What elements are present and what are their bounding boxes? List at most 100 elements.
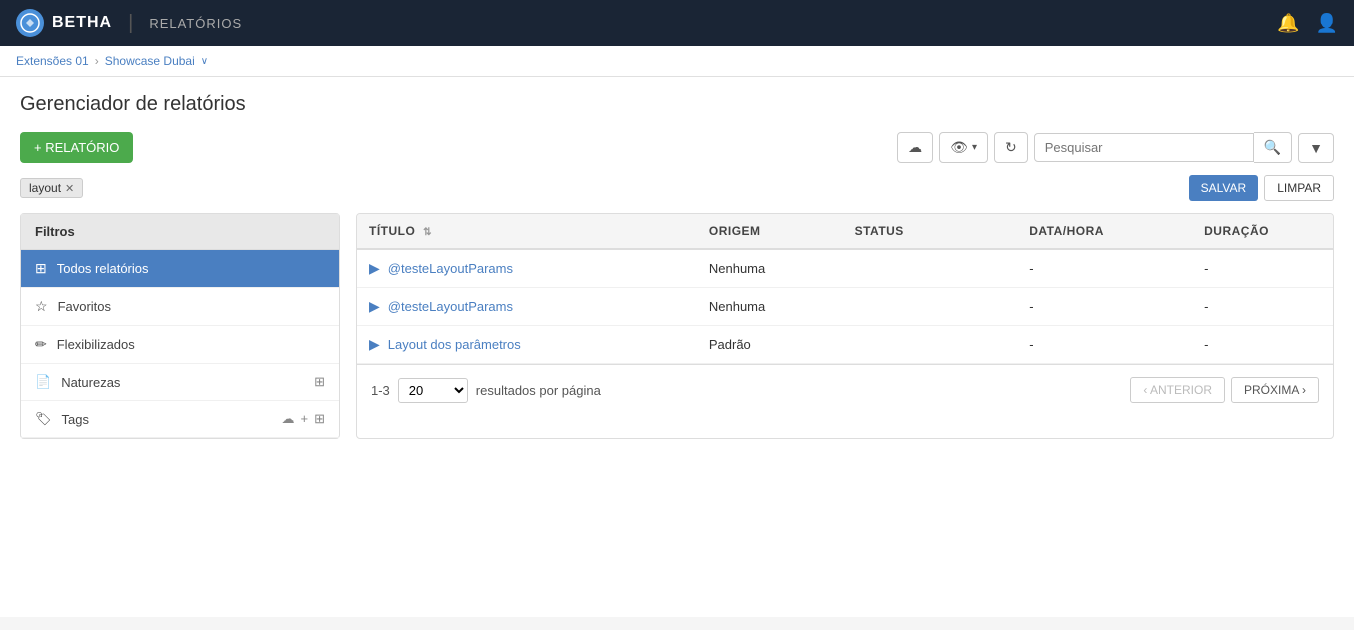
upload-icon: ☁ [908, 139, 922, 156]
pagination: 1-3 20 50 100 resultados por página ‹ AN… [357, 364, 1333, 415]
results-text: resultados por página [476, 383, 601, 398]
filter-tag-layout: layout ✕ [20, 178, 83, 198]
refresh-icon: ↻ [1005, 139, 1017, 156]
pagination-right: ‹ ANTERIOR PRÓXIMA › [1130, 377, 1319, 403]
play-icon[interactable]: ▶ [369, 260, 380, 277]
clear-filter-button[interactable]: LIMPAR [1264, 175, 1334, 201]
table-row: ▶ @testeLayoutParams Nenhuma - - [357, 249, 1333, 288]
save-filter-button[interactable]: SALVAR [1189, 175, 1259, 201]
logo-text: BETHA [52, 14, 112, 32]
report-link[interactable]: @testeLayoutParams [388, 299, 513, 314]
breadcrumb-dropdown-icon[interactable]: ∨ [201, 56, 208, 67]
naturezas-expand-icon[interactable]: ⊞ [314, 374, 325, 390]
play-icon[interactable]: ▶ [369, 336, 380, 353]
upload-button[interactable]: ☁ [897, 132, 933, 163]
sidebar-item-favoritos[interactable]: ☆ Favoritos [21, 288, 339, 326]
sort-icon-titulo[interactable]: ⇅ [423, 227, 432, 238]
sidebar-item-todos[interactable]: ⊞ Todos relatórios [21, 250, 339, 288]
reports-table: TÍTULO ⇅ ORIGEM STATUS DATA/HORA DURAÇÃO… [357, 214, 1333, 364]
tags-expand-icon[interactable]: ⊞ [314, 411, 325, 427]
col-header-status: STATUS [843, 214, 1018, 249]
cell-origem: Padrão [697, 326, 843, 364]
cell-titulo: ▶ @testeLayoutParams [357, 249, 697, 288]
sidebar-flexibilizados-label: Flexibilizados [57, 337, 135, 352]
naturezas-actions: ⊞ [314, 374, 325, 390]
nav-right: 🔔 👤 [1277, 13, 1338, 34]
table-container: TÍTULO ⇅ ORIGEM STATUS DATA/HORA DURAÇÃO… [356, 213, 1334, 439]
search-icon: 🔍 [1264, 139, 1281, 155]
cell-origem: Nenhuma [697, 249, 843, 288]
filter-tags-bar: layout ✕ SALVAR LIMPAR [20, 175, 1334, 201]
breadcrumb-item-extensoes[interactable]: Extensões 01 [16, 54, 89, 68]
cell-duracao: - [1192, 249, 1309, 288]
toolbar-right: ☁ 👁 ▾ ↻ 🔍 ▼ [897, 132, 1334, 163]
logo: BETHA [16, 9, 112, 37]
tags-upload-icon[interactable]: ☁ [282, 411, 295, 427]
per-page-select[interactable]: 20 50 100 [398, 378, 468, 403]
sidebar-tags-label: Tags [62, 412, 89, 427]
filter-tag-label: layout [29, 181, 61, 195]
play-icon[interactable]: ▶ [369, 298, 380, 315]
cell-duracao: - [1192, 288, 1309, 326]
col-header-action [1309, 214, 1333, 249]
search-input[interactable] [1034, 133, 1254, 162]
refresh-button[interactable]: ↻ [994, 132, 1028, 163]
pagination-range: 1-3 [371, 383, 390, 398]
nav-title: RELATÓRIOS [149, 16, 242, 31]
col-header-duracao: DURAÇÃO [1192, 214, 1309, 249]
sidebar-favoritos-label: Favoritos [58, 299, 111, 314]
cell-titulo: ▶ @testeLayoutParams [357, 288, 697, 326]
toolbar: + RELATÓRIO ☁ 👁 ▾ ↻ 🔍 ▼ [20, 132, 1334, 163]
col-header-origem: ORIGEM [697, 214, 843, 249]
main-content: Gerenciador de relatórios + RELATÓRIO ☁ … [0, 77, 1354, 617]
cell-origem: Nenhuma [697, 288, 843, 326]
sidebar-item-flexibilizados[interactable]: ✏ Flexibilizados [21, 326, 339, 364]
col-header-data: DATA/HORA [1017, 214, 1192, 249]
tags-add-icon[interactable]: + [301, 411, 309, 427]
filter-actions: SALVAR LIMPAR [1189, 175, 1334, 201]
report-link[interactable]: Layout dos parâmetros [388, 337, 521, 352]
page-title: Gerenciador de relatórios [20, 93, 1334, 116]
nav-left: BETHA | RELATÓRIOS [16, 9, 242, 37]
cell-action [1309, 288, 1333, 326]
tags-left: 🏷 Tags [35, 411, 89, 427]
cell-action [1309, 249, 1333, 288]
logo-icon [16, 9, 44, 37]
breadcrumb-chevron-1: › [95, 54, 99, 68]
cell-data-hora: - [1017, 326, 1192, 364]
top-nav: BETHA | RELATÓRIOS 🔔 👤 [0, 0, 1354, 46]
col-header-titulo: TÍTULO ⇅ [357, 214, 697, 249]
nav-divider: | [128, 12, 133, 35]
search-wrapper: 🔍 [1034, 132, 1292, 163]
user-icon[interactable]: 👤 [1316, 13, 1338, 34]
search-button[interactable]: 🔍 [1254, 132, 1292, 163]
favoritos-icon: ☆ [35, 298, 48, 315]
visibility-button[interactable]: 👁 ▾ [939, 132, 988, 163]
table-header-row: TÍTULO ⇅ ORIGEM STATUS DATA/HORA DURAÇÃO [357, 214, 1333, 249]
sidebar-item-naturezas[interactable]: 📄 Naturezas ⊞ [21, 364, 339, 401]
cell-data-hora: - [1017, 288, 1192, 326]
cell-status [843, 326, 1018, 364]
breadcrumb-item-showcase[interactable]: Showcase Dubai [105, 54, 195, 68]
sidebar-naturezas-label: Naturezas [61, 375, 120, 390]
report-link[interactable]: @testeLayoutParams [388, 261, 513, 276]
pagination-left: 1-3 20 50 100 resultados por página [371, 378, 601, 403]
breadcrumb: Extensões 01 › Showcase Dubai ∨ [0, 46, 1354, 77]
filter-tag-close[interactable]: ✕ [65, 182, 74, 195]
flexibilizados-icon: ✏ [35, 336, 47, 353]
prev-page-button[interactable]: ‹ ANTERIOR [1130, 377, 1225, 403]
filter-icon: ▼ [1309, 140, 1323, 156]
cell-status [843, 288, 1018, 326]
todos-icon: ⊞ [35, 260, 47, 277]
sidebar-item-tags[interactable]: 🏷 Tags ☁ + ⊞ [21, 401, 339, 438]
next-page-button[interactable]: PRÓXIMA › [1231, 377, 1319, 403]
add-report-button[interactable]: + RELATÓRIO [20, 132, 133, 163]
tags-actions: ☁ + ⊞ [282, 411, 326, 427]
table-row: ▶ @testeLayoutParams Nenhuma - - [357, 288, 1333, 326]
notifications-icon[interactable]: 🔔 [1277, 13, 1299, 34]
table-row: ▶ Layout dos parâmetros Padrão - - [357, 326, 1333, 364]
filter-button[interactable]: ▼ [1298, 133, 1334, 163]
sidebar-todos-label: Todos relatórios [57, 261, 149, 276]
naturezas-icon: 📄 [35, 374, 51, 390]
tags-icon: 🏷 [35, 411, 52, 427]
